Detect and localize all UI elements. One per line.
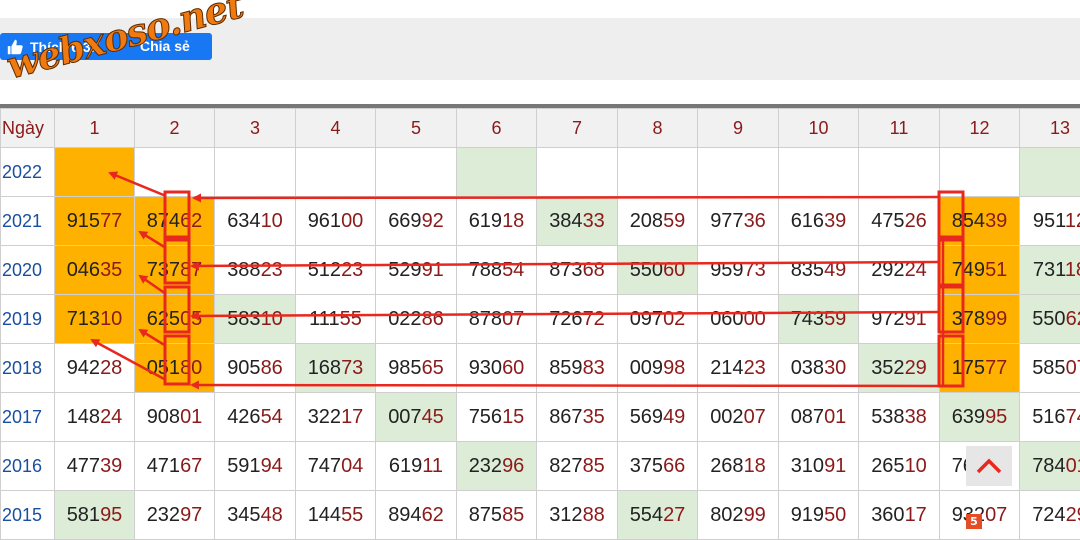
arrow <box>140 330 166 346</box>
arrow <box>140 276 166 294</box>
arrow <box>110 173 166 196</box>
marker-box <box>165 240 189 283</box>
html5-icon: 5 <box>966 514 982 529</box>
arrow <box>192 262 939 266</box>
marker-box <box>939 192 963 237</box>
marker-box <box>165 192 189 237</box>
arrow <box>192 385 939 386</box>
marker-box <box>165 287 189 332</box>
arrow <box>192 312 939 316</box>
chevron-up-icon <box>976 458 1002 474</box>
pattern-overlay <box>0 0 1080 529</box>
arrow <box>140 232 166 248</box>
scroll-top-button[interactable] <box>966 446 1012 486</box>
marker-box <box>165 336 189 384</box>
arrow <box>194 197 939 198</box>
arrow <box>92 340 166 380</box>
